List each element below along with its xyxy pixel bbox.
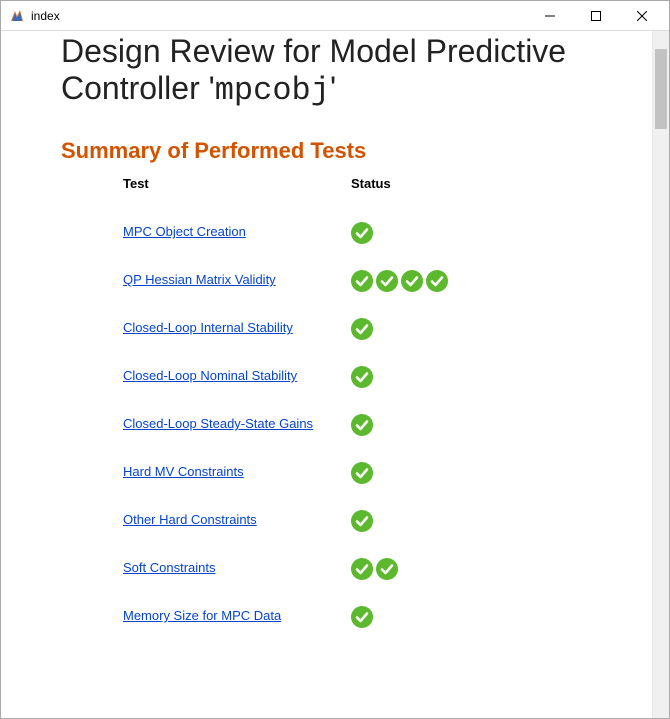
status-cell [351,462,483,484]
pass-icon [401,270,423,292]
status-cell [351,222,483,244]
test-link[interactable]: Closed-Loop Internal Stability [123,320,351,337]
table-row: MPC Object Creation [123,209,483,257]
test-link[interactable]: Hard MV Constraints [123,464,351,481]
pass-icon [351,318,373,340]
heading-code: mpcobj [215,72,330,109]
table-row: Closed-Loop Nominal Stability [123,353,483,401]
status-cell [351,606,483,628]
test-link[interactable]: Memory Size for MPC Data [123,608,351,625]
header-test: Test [123,176,351,191]
test-link[interactable]: QP Hessian Matrix Validity [123,272,351,289]
minimize-button[interactable] [527,1,573,31]
pass-icon [351,366,373,388]
test-link[interactable]: MPC Object Creation [123,224,351,241]
content-pane: Design Review for Model Predictive Contr… [1,31,652,718]
test-link[interactable]: Soft Constraints [123,560,351,577]
table-row: Other Hard Constraints [123,497,483,545]
pass-icon [376,270,398,292]
table-row: Closed-Loop Steady-State Gains [123,401,483,449]
pass-icon [351,510,373,532]
vertical-scrollbar[interactable] [652,31,669,718]
pass-icon [376,558,398,580]
header-status: Status [351,176,483,191]
table-row: QP Hessian Matrix Validity [123,257,483,305]
maximize-button[interactable] [573,1,619,31]
tests-table: Test Status MPC Object Creation QP Hessia… [123,176,483,641]
status-cell [351,558,483,580]
summary-heading: Summary of Performed Tests [61,138,604,164]
status-cell [351,510,483,532]
status-cell [351,366,483,388]
table-row: Closed-Loop Internal Stability [123,305,483,353]
test-link[interactable]: Other Hard Constraints [123,512,351,529]
table-header-row: Test Status [123,176,483,209]
table-row: Hard MV Constraints [123,449,483,497]
window-title: index [31,9,527,23]
test-link[interactable]: Closed-Loop Steady-State Gains [123,416,351,433]
pass-icon [351,270,373,292]
status-cell [351,414,483,436]
pass-icon [351,414,373,436]
heading-suffix: ' [330,70,336,106]
table-row: Soft Constraints [123,545,483,593]
pass-icon [426,270,448,292]
table-row: Memory Size for MPC Data [123,593,483,641]
pass-icon [351,558,373,580]
pass-icon [351,222,373,244]
status-cell [351,270,483,292]
test-link[interactable]: Closed-Loop Nominal Stability [123,368,351,385]
pass-icon [351,462,373,484]
window-titlebar: index [1,1,669,31]
app-icon [9,8,25,24]
status-cell [351,318,483,340]
pass-icon [351,606,373,628]
close-button[interactable] [619,1,665,31]
window-buttons [527,1,665,31]
scrollbar-thumb[interactable] [655,49,667,129]
page-title: Design Review for Model Predictive Contr… [61,33,604,110]
